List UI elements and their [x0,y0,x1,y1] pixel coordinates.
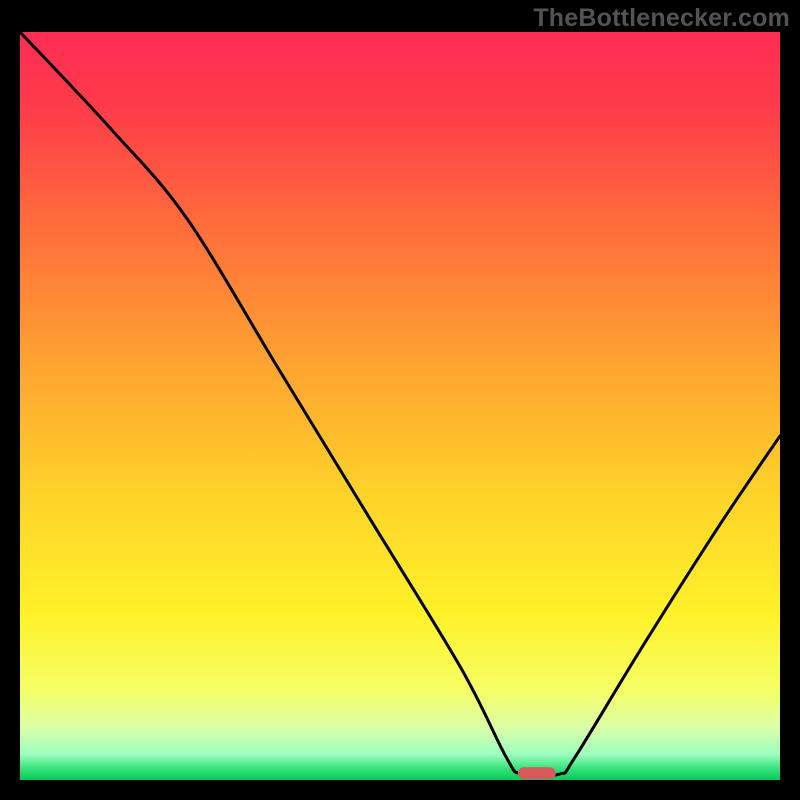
optimal-marker [518,767,556,779]
chart-frame: TheBottleneсker.com [0,0,800,800]
plot-area [20,32,780,780]
watermark-text: TheBottleneсker.com [533,4,790,33]
bottleneck-chart [20,32,780,780]
gradient-background [20,32,780,780]
